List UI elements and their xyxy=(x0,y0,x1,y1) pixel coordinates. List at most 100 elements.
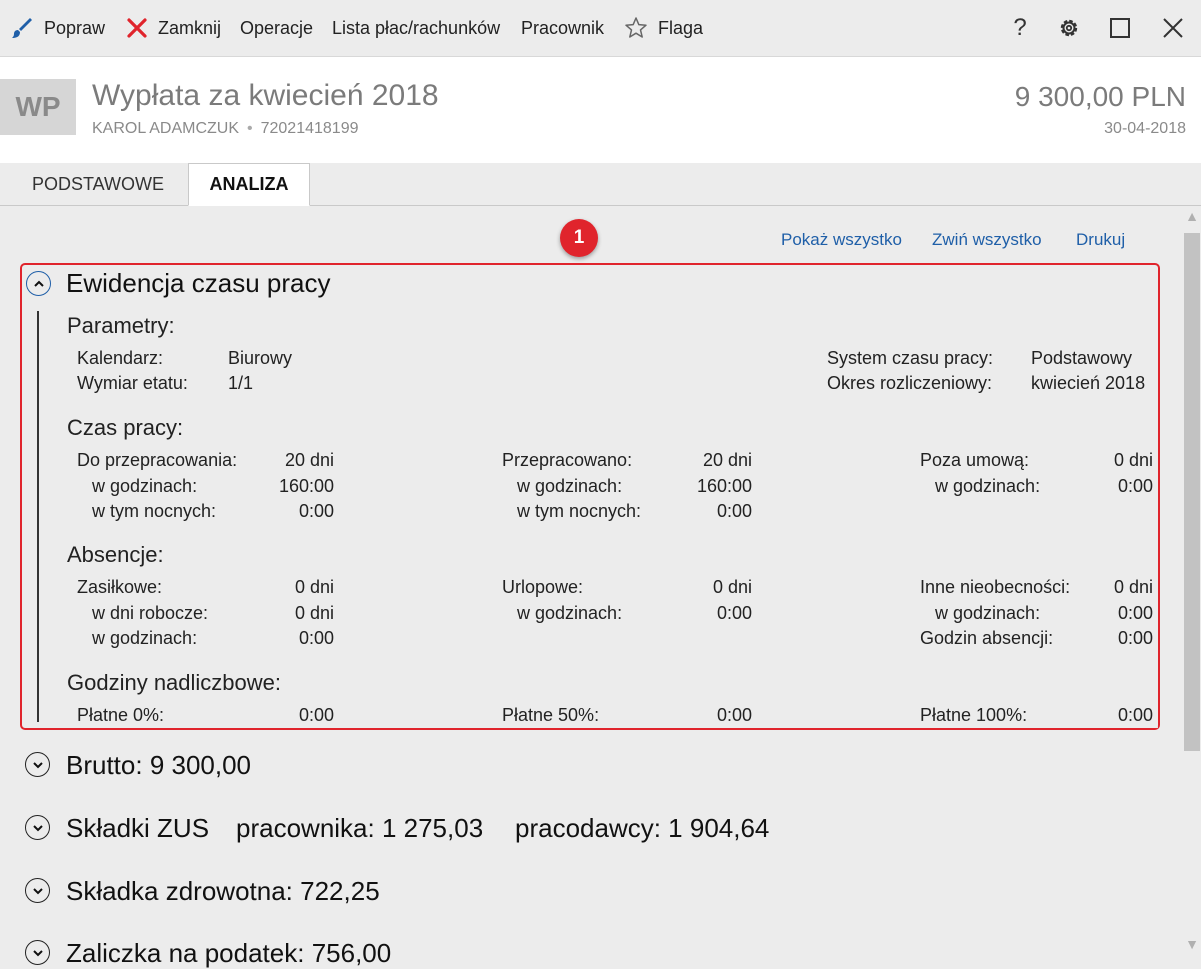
inne-nieobecnosci-value: 0 dni xyxy=(1113,577,1153,597)
toolbar: Popraw Zamknij Operacje Lista płac/rachu… xyxy=(0,0,1201,57)
tab-podstawowe[interactable]: PODSTAWOWE xyxy=(8,163,188,205)
zasilkowe-value: 0 dni xyxy=(294,577,334,597)
tab-bar: PODSTAWOWE ANALIZA xyxy=(0,163,1201,206)
do-nocne-label: w tym nocnych: xyxy=(92,501,217,521)
urlopowe-label: Urlopowe: xyxy=(502,577,584,597)
kalendarz-label: Kalendarz: xyxy=(77,348,164,368)
inne-godziny-value: 0:00 xyxy=(1117,603,1153,623)
zasilkowe-label: Zasiłkowe: xyxy=(77,577,163,597)
chevron-down-icon xyxy=(32,761,43,768)
document-header: WP Wypłata za kwiecień 2018 KAROL ADAMCZ… xyxy=(0,57,1201,163)
scroll-up-arrow[interactable]: ▲ xyxy=(1183,208,1201,232)
urlopowe-value: 0 dni xyxy=(712,577,752,597)
operacje-label: Operacje xyxy=(240,17,314,38)
poza-umowa-label: Poza umową: xyxy=(920,450,1030,470)
zdrowotna-toggle[interactable] xyxy=(25,878,50,903)
section-guide-line xyxy=(37,311,39,722)
prz-nocne-value: 0:00 xyxy=(716,501,752,521)
content-fade xyxy=(40,720,1158,728)
prz-godziny-label: w godzinach: xyxy=(517,476,623,496)
gear-icon xyxy=(1060,19,1078,37)
do-godziny-label: w godzinach: xyxy=(92,476,198,496)
parametry-heading: Parametry: xyxy=(67,313,175,338)
url-godziny-value: 0:00 xyxy=(716,603,752,623)
inne-nieobecnosci-label: Inne nieobecności: xyxy=(920,577,1071,597)
flaga-label: Flaga xyxy=(658,17,704,38)
inne-godziny-label: w godzinach: xyxy=(935,603,1041,623)
lista-plac-menu[interactable]: Lista płac/rachunków xyxy=(332,0,500,56)
okres-label: Okres rozliczeniowy: xyxy=(827,373,993,393)
tab-analiza[interactable]: ANALIZA xyxy=(188,163,310,206)
chevron-down-icon xyxy=(32,949,43,956)
zas-dni-robocze-value: 0 dni xyxy=(294,603,334,623)
show-all-link[interactable]: Pokaż wszystko xyxy=(781,230,902,250)
poza-godziny-label: w godzinach: xyxy=(935,476,1041,496)
lista-plac-label: Lista płac/rachunków xyxy=(332,17,501,38)
zus-title[interactable]: Składki ZUS xyxy=(66,813,209,844)
employee-pesel: 72021418199 xyxy=(260,120,359,137)
godzin-absencji-label: Godzin absencji: xyxy=(920,628,1054,648)
godzin-absencji-value: 0:00 xyxy=(1117,628,1153,648)
brush-icon xyxy=(12,18,32,38)
maximize-icon xyxy=(1110,18,1130,38)
scrollbar-thumb[interactable] xyxy=(1184,233,1200,751)
separator-dot: • xyxy=(247,120,253,137)
przepracowano-label: Przepracowano: xyxy=(502,450,633,470)
operacje-menu[interactable]: Operacje xyxy=(240,0,313,56)
print-link[interactable]: Drukuj xyxy=(1076,230,1125,250)
star-icon xyxy=(625,17,647,38)
zus-pracodawcy: pracodawcy: 1 904,64 xyxy=(515,813,770,843)
nadliczbowe-heading: Godziny nadliczbowe: xyxy=(67,670,282,695)
total-amount: 9 300,00 PLN xyxy=(1014,81,1186,112)
close-window-button[interactable] xyxy=(1153,10,1193,46)
employee-name: KAROL ADAMCZUK xyxy=(92,120,239,137)
do-przepracowania-label: Do przepracowania: xyxy=(77,450,238,470)
chevron-up-icon xyxy=(33,280,44,287)
brutto-toggle[interactable] xyxy=(25,752,50,777)
popraw-label: Popraw xyxy=(44,17,106,38)
popraw-button[interactable]: Popraw xyxy=(10,0,105,56)
system-label: System czasu pracy: xyxy=(827,348,994,368)
settings-button[interactable] xyxy=(1049,10,1089,46)
zamknij-button[interactable]: Zamknij xyxy=(126,0,221,56)
employee-info: KAROL ADAMCZUK • 72021418199 xyxy=(92,120,359,138)
zamknij-label: Zamknij xyxy=(158,17,222,38)
collapse-all-link[interactable]: Zwiń wszystko xyxy=(932,230,1042,250)
page-title: Wypłata za kwiecień 2018 xyxy=(92,79,439,112)
do-godziny-value: 160:00 xyxy=(278,476,334,496)
zus-pracownika: pracownika: 1 275,03 xyxy=(236,813,484,843)
przepracowano-value: 20 dni xyxy=(702,450,752,470)
system-value: Podstawowy xyxy=(1031,348,1133,368)
do-nocne-value: 0:00 xyxy=(298,501,334,521)
flaga-button[interactable]: Flaga xyxy=(624,0,703,56)
chevron-down-icon xyxy=(32,824,43,831)
scroll-down-arrow[interactable]: ▼ xyxy=(1183,936,1201,960)
czas-pracy-heading: Czas pracy: xyxy=(67,415,184,440)
wymiar-value: 1/1 xyxy=(228,373,254,393)
wymiar-label: Wymiar etatu: xyxy=(77,373,188,393)
zas-dni-robocze-label: w dni robocze: xyxy=(92,603,209,623)
zdrowotna-title[interactable]: Składka zdrowotna: 722,25 xyxy=(66,876,380,907)
url-godziny-label: w godzinach: xyxy=(517,603,623,623)
zaliczka-title[interactable]: Zaliczka na podatek: 756,00 xyxy=(66,938,391,969)
prz-godziny-value: 160:00 xyxy=(696,476,752,496)
close-x-icon xyxy=(127,18,147,38)
help-button[interactable]: ? xyxy=(1000,10,1040,46)
pracownik-label: Pracownik xyxy=(521,17,605,38)
callout-badge: 1 xyxy=(560,219,598,257)
brutto-title[interactable]: Brutto: 9 300,00 xyxy=(66,750,251,781)
ewidencja-toggle[interactable] xyxy=(26,271,51,296)
zaliczka-toggle[interactable] xyxy=(25,940,50,965)
pracownik-menu[interactable]: Pracownik xyxy=(521,0,604,56)
zas-godziny-value: 0:00 xyxy=(298,628,334,648)
do-przepracowania-value: 20 dni xyxy=(284,450,334,470)
zas-godziny-label: w godzinach: xyxy=(92,628,198,648)
document-date: 30-04-2018 xyxy=(1104,120,1186,137)
ewidencja-title[interactable]: Ewidencja czasu pracy xyxy=(66,268,330,299)
absencje-heading: Absencje: xyxy=(67,542,164,567)
poza-godziny-value: 0:00 xyxy=(1117,476,1153,496)
poza-umowa-value: 0 dni xyxy=(1113,450,1153,470)
prz-nocne-label: w tym nocnych: xyxy=(517,501,642,521)
maximize-button[interactable] xyxy=(1100,10,1140,46)
zus-toggle[interactable] xyxy=(25,815,50,840)
